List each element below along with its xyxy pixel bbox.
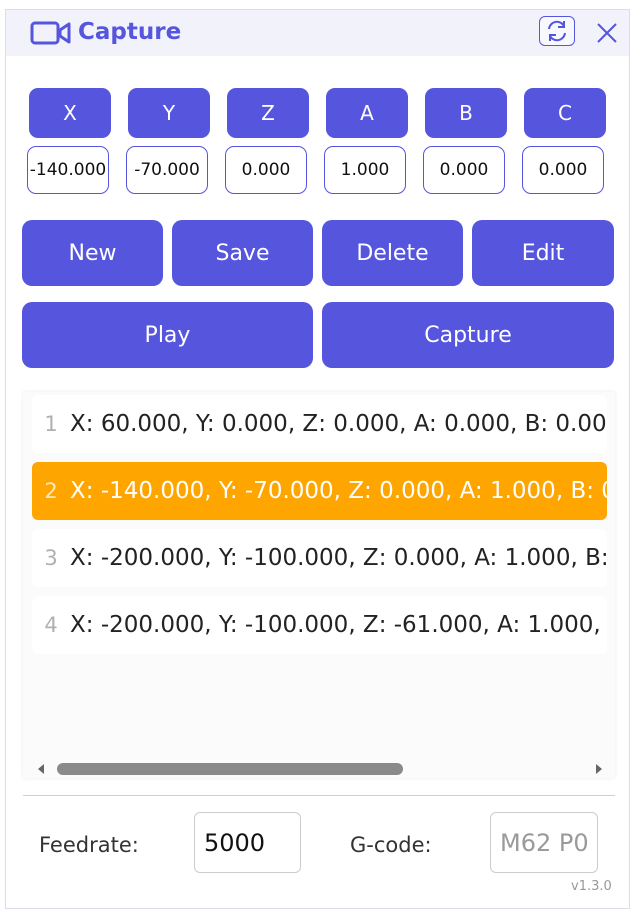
video-camera-icon <box>30 21 71 45</box>
axis-label-x: X <box>29 88 111 138</box>
axis-label-c: C <box>524 88 606 138</box>
axis-input-y[interactable] <box>126 146 208 194</box>
edit-button[interactable]: Edit <box>472 220 614 286</box>
delete-button[interactable]: Delete <box>322 220 463 286</box>
capture-panel: Capture X Y Z A B C New Save Delete Edit… <box>5 9 630 909</box>
refresh-icon <box>548 20 566 42</box>
axis-label-a: A <box>326 88 408 138</box>
play-button[interactable]: Play <box>22 302 313 368</box>
axis-input-a[interactable] <box>324 146 406 194</box>
row-coordinates: X: 60.000, Y: 0.000, Z: 0.000, A: 0.000,… <box>70 411 607 437</box>
scrollbar-thumb[interactable] <box>57 763 403 775</box>
list-item[interactable]: 3 X: -200.000, Y: -100.000, Z: 0.000, A:… <box>32 529 607 587</box>
row-coordinates: X: -200.000, Y: -100.000, Z: -61.000, A:… <box>70 612 607 638</box>
scroll-left-arrow-icon[interactable] <box>35 763 47 775</box>
horizontal-scrollbar[interactable] <box>23 758 615 778</box>
refresh-button[interactable] <box>539 16 575 46</box>
axis-label-b: B <box>425 88 507 138</box>
row-number: 3 <box>44 546 58 570</box>
title-bar: Capture <box>6 10 629 56</box>
list-item[interactable]: 1 X: 60.000, Y: 0.000, Z: 0.000, A: 0.00… <box>32 395 607 453</box>
close-icon[interactable] <box>595 21 619 45</box>
row-number: 4 <box>44 613 58 637</box>
axis-label-z: Z <box>227 88 309 138</box>
feedrate-label: Feedrate: <box>39 833 139 857</box>
gcode-label: G-code: <box>350 833 432 857</box>
row-coordinates: X: -140.000, Y: -70.000, Z: 0.000, A: 1.… <box>70 478 607 504</box>
list-item-selected[interactable]: 2 X: -140.000, Y: -70.000, Z: 0.000, A: … <box>32 462 607 520</box>
row-coordinates: X: -200.000, Y: -100.000, Z: 0.000, A: 1… <box>70 545 607 571</box>
axis-input-x[interactable] <box>27 146 109 194</box>
divider <box>23 795 615 796</box>
feedrate-input[interactable] <box>194 812 301 873</box>
version-label: v1.3.0 <box>571 879 612 894</box>
position-list[interactable]: 1 X: 60.000, Y: 0.000, Z: 0.000, A: 0.00… <box>23 392 615 778</box>
capture-button[interactable]: Capture <box>322 302 614 368</box>
window-title: Capture <box>78 19 182 45</box>
gcode-input[interactable] <box>490 812 598 873</box>
save-button[interactable]: Save <box>172 220 313 286</box>
axis-input-c[interactable] <box>522 146 604 194</box>
axis-input-b[interactable] <box>423 146 505 194</box>
axis-label-y: Y <box>128 88 210 138</box>
row-number: 1 <box>44 412 58 436</box>
new-button[interactable]: New <box>22 220 163 286</box>
row-number: 2 <box>44 479 58 503</box>
list-item[interactable]: 4 X: -200.000, Y: -100.000, Z: -61.000, … <box>32 596 607 654</box>
axis-input-z[interactable] <box>225 146 307 194</box>
scroll-right-arrow-icon[interactable] <box>593 763 605 775</box>
